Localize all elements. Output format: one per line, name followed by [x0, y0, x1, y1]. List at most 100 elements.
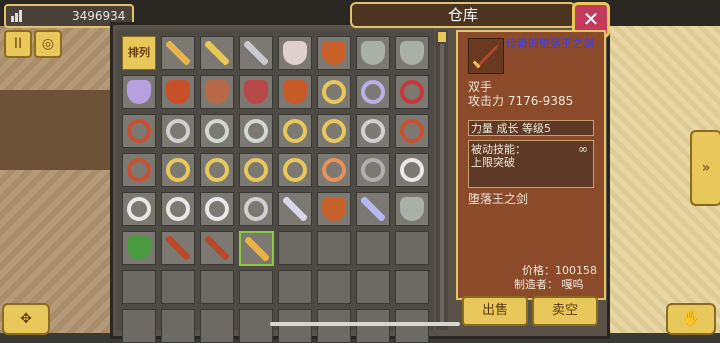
inventory-slot[interactable] — [317, 153, 351, 187]
inventory-slot[interactable] — [200, 270, 234, 304]
inventory-slot[interactable] — [356, 192, 390, 226]
inventory-slot[interactable] — [161, 270, 195, 304]
inventory-slot[interactable] — [395, 309, 429, 343]
inventory-slot[interactable] — [278, 75, 312, 109]
inventory-slot[interactable] — [161, 231, 195, 265]
item-detail-panel: 传奇的堕落王之剑 双手 攻击力 7176-9385 力量 成长 等级5 被动技能… — [456, 30, 606, 300]
inventory-slot[interactable] — [395, 75, 429, 109]
bracelet-icon — [322, 158, 346, 182]
inventory-slot[interactable] — [161, 192, 195, 226]
inventory-slot[interactable] — [239, 192, 273, 226]
inventory-slot[interactable] — [395, 270, 429, 304]
helmet-icon — [166, 80, 190, 104]
inventory-slot[interactable] — [356, 309, 390, 343]
sort-button[interactable]: 排列 — [122, 36, 156, 70]
inventory-slot[interactable] — [122, 153, 156, 187]
inventory-grid: 排列 — [116, 30, 434, 343]
ring-icon — [127, 119, 151, 143]
inventory-slot[interactable] — [200, 114, 234, 148]
item-price: 价格：100158 — [522, 264, 597, 277]
detail-sword-icon — [468, 38, 504, 74]
item-type: 双手 — [468, 80, 493, 94]
armor-icon — [127, 236, 151, 260]
inventory-slot[interactable] — [200, 75, 234, 109]
inventory-slot[interactable] — [317, 36, 351, 70]
sword-icon — [205, 41, 229, 65]
inventory-slot[interactable] — [356, 114, 390, 148]
scroll-thumb[interactable] — [438, 32, 446, 42]
chart-icon — [11, 10, 22, 22]
sword-icon — [166, 236, 190, 260]
coins-button[interactable]: ◎ — [34, 30, 62, 58]
inventory-slot[interactable] — [356, 153, 390, 187]
inventory-slot[interactable] — [317, 75, 351, 109]
ring-icon — [244, 119, 268, 143]
inventory-slot[interactable] — [122, 114, 156, 148]
inventory-slot[interactable] — [278, 153, 312, 187]
inventory-slot[interactable] — [278, 114, 312, 148]
inventory-slot[interactable] — [356, 231, 390, 265]
inventory-slot[interactable] — [161, 36, 195, 70]
inventory-slot[interactable] — [356, 75, 390, 109]
inventory-slot[interactable] — [122, 75, 156, 109]
inventory-slot[interactable] — [395, 36, 429, 70]
shield-icon — [361, 41, 385, 65]
inventory-slot[interactable] — [161, 309, 195, 343]
inventory-slot[interactable] — [161, 75, 195, 109]
inventory-slot[interactable] — [161, 153, 195, 187]
inventory-slot[interactable] — [122, 270, 156, 304]
item-name: 传奇的堕落王之剑 — [506, 37, 594, 50]
expand-arrow-button[interactable]: » — [690, 130, 720, 206]
inventory-slot[interactable] — [278, 309, 312, 343]
inventory-slot[interactable] — [395, 153, 429, 187]
sell-button[interactable]: 出售 — [462, 296, 528, 326]
inventory-slot[interactable] — [356, 36, 390, 70]
ring-icon — [166, 158, 190, 182]
sell-all-button[interactable]: 卖空 — [532, 296, 598, 326]
inventory-slot[interactable] — [278, 231, 312, 265]
inventory-slot[interactable] — [239, 153, 273, 187]
inventory-slot[interactable] — [278, 270, 312, 304]
sword-icon — [166, 41, 190, 65]
inventory-slot[interactable] — [200, 231, 234, 265]
inventory-slot[interactable] — [239, 114, 273, 148]
link-icon[interactable]: ∞ — [578, 142, 588, 156]
inventory-slot[interactable] — [122, 192, 156, 226]
inventory-slot[interactable] — [122, 231, 156, 265]
ring-icon — [244, 158, 268, 182]
helmet-icon — [205, 80, 229, 104]
sword-icon — [361, 197, 385, 221]
inventory-slot[interactable] — [317, 114, 351, 148]
horizontal-scrollbar[interactable] — [270, 322, 460, 326]
inventory-slot[interactable] — [239, 36, 273, 70]
inventory-slot[interactable] — [200, 309, 234, 343]
move-button[interactable]: ✥ — [2, 303, 50, 335]
inventory-slot[interactable] — [317, 231, 351, 265]
inventory-slot[interactable] — [278, 36, 312, 70]
item-description: 堕落王之剑 — [468, 192, 529, 206]
hand-button[interactable]: ✋ — [666, 303, 716, 335]
inventory-slot[interactable] — [200, 36, 234, 70]
inventory-slot[interactable] — [317, 309, 351, 343]
inventory-slot[interactable] — [239, 309, 273, 343]
pause-button[interactable]: II — [4, 30, 32, 58]
inventory-slot[interactable] — [122, 309, 156, 343]
ring-icon — [400, 80, 424, 104]
inventory-slot[interactable] — [200, 153, 234, 187]
inventory-slot[interactable] — [395, 114, 429, 148]
inventory-slot[interactable] — [239, 75, 273, 109]
inventory-slot[interactable] — [395, 192, 429, 226]
inventory-slot[interactable] — [317, 270, 351, 304]
inventory-slot[interactable] — [356, 270, 390, 304]
inventory-slot[interactable] — [317, 192, 351, 226]
item-stats: 力量 成长 等级5 — [468, 120, 594, 136]
inventory-slot[interactable] — [239, 231, 274, 266]
skill-box: 被动技能： 上限突破 — [468, 140, 594, 188]
inventory-slot[interactable] — [239, 270, 273, 304]
bracelet-icon — [361, 158, 385, 182]
inventory-slot[interactable] — [200, 192, 234, 226]
inventory-slot[interactable] — [278, 192, 312, 226]
inventory-scrollbar[interactable] — [436, 30, 448, 330]
inventory-slot[interactable] — [161, 114, 195, 148]
inventory-slot[interactable] — [395, 231, 429, 265]
